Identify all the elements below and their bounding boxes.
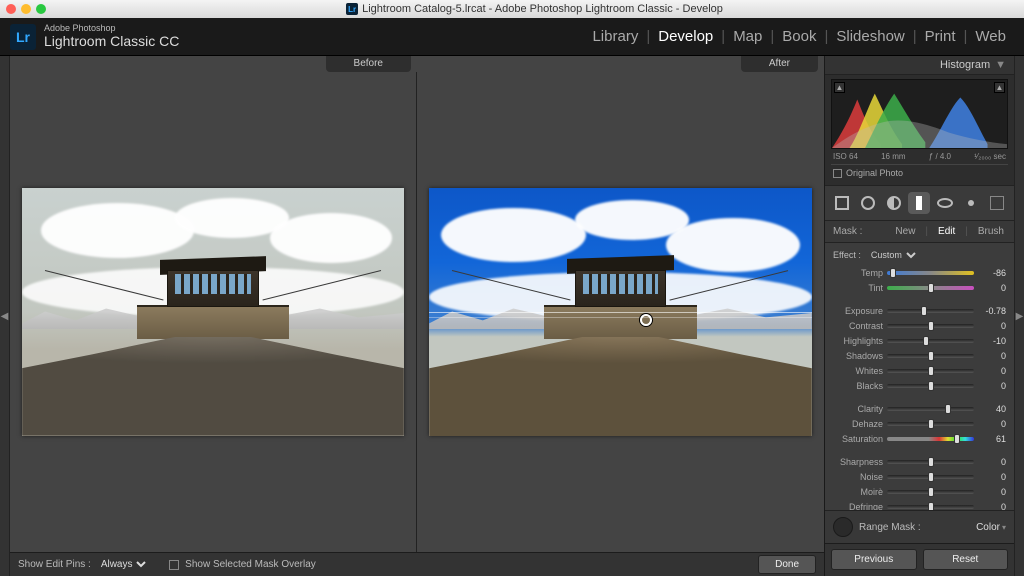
- before-image: [22, 188, 404, 435]
- show-edit-pins-select[interactable]: Always: [97, 558, 149, 571]
- slider-moire[interactable]: [887, 490, 974, 494]
- after-label: After: [741, 56, 818, 72]
- slider-dehaze[interactable]: [887, 422, 974, 426]
- slider-tint[interactable]: [887, 286, 974, 290]
- module-slideshow[interactable]: Slideshow: [828, 28, 912, 45]
- graduated-filter-tool-icon[interactable]: [908, 192, 930, 214]
- done-button[interactable]: Done: [758, 555, 816, 574]
- range-mask-picker-icon[interactable]: [833, 517, 853, 537]
- before-label: Before: [326, 56, 411, 72]
- slider-whites[interactable]: [887, 369, 974, 373]
- module-book[interactable]: Book: [774, 28, 824, 45]
- after-image: [429, 188, 812, 436]
- zoom-traffic-light[interactable]: [36, 4, 46, 14]
- mask-tab-edit[interactable]: Edit: [936, 225, 957, 238]
- meta-iso: ISO 64: [833, 152, 858, 161]
- slider-contrast[interactable]: [887, 324, 974, 328]
- slider-blacks[interactable]: [887, 384, 974, 388]
- histogram[interactable]: ▲ ▲: [831, 79, 1008, 149]
- develop-toolbar: Show Edit Pins : Always Show Selected Ma…: [10, 552, 824, 576]
- slider-shadows[interactable]: [887, 354, 974, 358]
- right-panel-toggle[interactable]: ▶: [1014, 56, 1024, 576]
- top-bar: Lr Adobe Photoshop Lightroom Classic CC …: [0, 18, 1024, 56]
- spot-tool-icon[interactable]: [857, 192, 879, 214]
- slider-saturation[interactable]: [887, 437, 974, 441]
- crop-tool-icon[interactable]: [831, 192, 853, 214]
- module-picker: Library| Develop| Map| Book| Slideshow| …: [584, 28, 1014, 45]
- window-title: Lightroom Catalog-5.lrcat - Adobe Photos…: [362, 3, 723, 15]
- range-mask-select[interactable]: Color▾: [976, 522, 1006, 533]
- minimize-traffic-light[interactable]: [21, 4, 31, 14]
- module-print[interactable]: Print: [917, 28, 964, 45]
- redeye-tool-icon[interactable]: [883, 192, 905, 214]
- meta-aperture: ƒ / 4.0: [929, 152, 951, 161]
- mask-overlay-label: Show Selected Mask Overlay: [185, 559, 316, 570]
- slider-exposure[interactable]: [887, 309, 974, 313]
- mask-tab-brush[interactable]: Brush: [976, 225, 1006, 238]
- histogram-header[interactable]: Histogram▼: [825, 56, 1014, 75]
- original-photo-checkbox[interactable]: [833, 169, 842, 178]
- previous-button[interactable]: Previous: [831, 549, 917, 570]
- brand-product: Lightroom Classic CC: [44, 34, 179, 49]
- close-traffic-light[interactable]: [6, 4, 16, 14]
- effect-select[interactable]: Custom: [867, 249, 919, 261]
- module-library[interactable]: Library: [584, 28, 646, 45]
- mask-label: Mask :: [833, 226, 862, 237]
- slider-sharpness[interactable]: [887, 460, 974, 464]
- macos-titlebar: Lr Lightroom Catalog-5.lrcat - Adobe Pho…: [0, 0, 1024, 18]
- module-develop[interactable]: Develop: [650, 28, 721, 45]
- slider-defringe[interactable]: [887, 505, 974, 509]
- slider-highlights[interactable]: [887, 339, 974, 343]
- meta-focal: 16 mm: [881, 152, 905, 161]
- slider-temp[interactable]: [887, 271, 974, 275]
- range-mask-label: Range Mask :: [859, 522, 921, 533]
- show-edit-pins-label: Show Edit Pins :: [18, 559, 91, 570]
- tool-switch-icon[interactable]: [986, 192, 1008, 214]
- lr-badge-icon: Lr: [346, 3, 358, 15]
- module-web[interactable]: Web: [967, 28, 1014, 45]
- left-panel-toggle[interactable]: ◀: [0, 56, 10, 576]
- brush-tool-icon[interactable]: [960, 192, 982, 214]
- before-after-view[interactable]: [10, 72, 824, 552]
- reset-button[interactable]: Reset: [923, 549, 1009, 570]
- radial-filter-tool-icon[interactable]: [934, 192, 956, 214]
- original-photo-label: Original Photo: [846, 168, 903, 178]
- slider-clarity[interactable]: [887, 407, 974, 411]
- mask-tab-new[interactable]: New: [893, 225, 917, 238]
- effect-label: Effect :: [833, 250, 861, 260]
- lr-logo-icon: Lr: [10, 24, 36, 50]
- local-tools-strip: [825, 185, 1014, 221]
- right-panel: Histogram▼ ▲ ▲ ISO 64 16 mm ƒ / 4.0 ¹⁄₂₀…: [824, 56, 1014, 576]
- slider-noise[interactable]: [887, 475, 974, 479]
- mask-overlay-checkbox[interactable]: [169, 560, 179, 570]
- module-map[interactable]: Map: [725, 28, 770, 45]
- meta-shutter: ¹⁄₂₀₀₀ sec: [974, 152, 1006, 161]
